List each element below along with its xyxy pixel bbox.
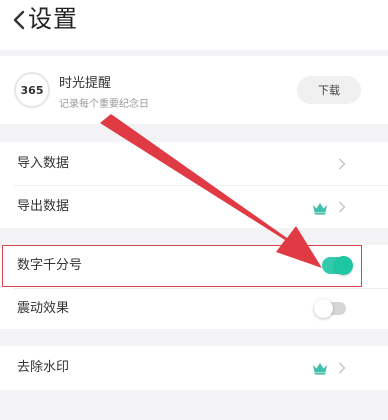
row-divider [14,185,388,186]
ad-app-name: 时光提醒 [59,76,112,91]
ad-app-description: 记录每个重要纪念日 [59,99,149,110]
crown-icon [313,363,327,375]
back-icon[interactable] [10,9,30,31]
page-title: 设置 [28,5,78,33]
app-logo: 365 [14,72,50,108]
highlight-box [2,245,362,287]
row-divider [14,288,388,289]
vibration-label: 震动效果 [17,301,70,316]
import-data-label[interactable]: 导入数据 [17,155,69,173]
chevron-right-icon[interactable] [338,158,346,170]
export-data-label[interactable]: 导出数据 [17,198,69,216]
chevron-right-icon[interactable] [338,362,346,374]
vibration-toggle[interactable] [314,299,346,318]
remove-watermark-label[interactable]: 去除水印 [17,359,69,377]
toggle-knob [314,299,333,318]
download-button[interactable]: 下载 [297,76,361,104]
crown-icon [313,203,327,215]
chevron-right-icon[interactable] [338,201,346,213]
